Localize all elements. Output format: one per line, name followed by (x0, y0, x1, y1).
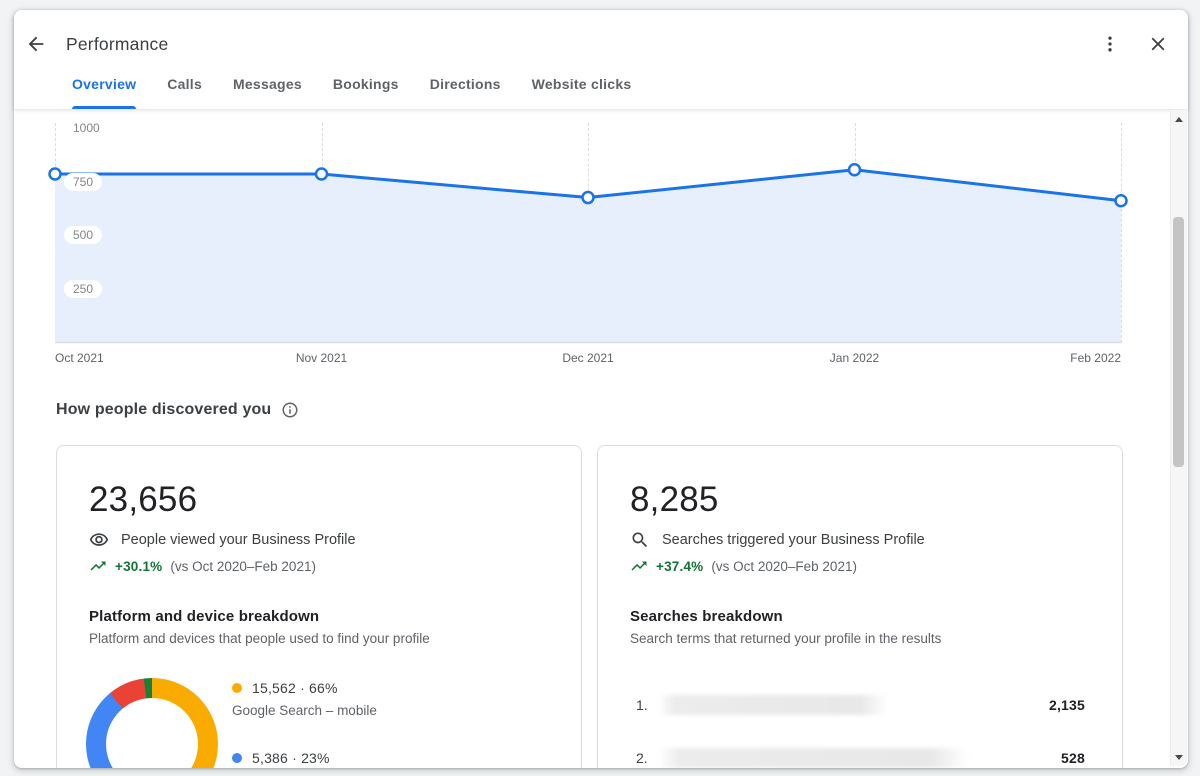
search-terms-list: 1. 2,135 2. 528 (636, 693, 1085, 768)
x-tick-label: Dec 2021 (562, 351, 613, 365)
donut-hole (106, 698, 198, 768)
dialog-header: Performance Overview Calls Messages Booking… (14, 10, 1188, 109)
legend-sublabel: Google Search – mobile (232, 703, 377, 721)
section-heading-text: How people discovered you (56, 401, 271, 419)
donut-legend: 15,562 · 66% Google Search – mobile 5,386 … (232, 678, 377, 768)
legend-value: 15,562 · 66% (252, 680, 338, 696)
views-metric: 23,656 (89, 480, 549, 520)
search-term-row: 2. 528 (636, 746, 1085, 768)
scroll-up-arrow[interactable] (1171, 112, 1187, 126)
search-icon (630, 530, 650, 550)
views-trend-pct: +30.1% (115, 559, 162, 574)
views-metric-label: People viewed your Business Profile (121, 532, 356, 548)
data-point-nov-2021[interactable] (316, 169, 327, 180)
x-tick-label: Feb 2022 (1070, 351, 1121, 365)
arrow-left-icon (25, 33, 47, 55)
scroll-content: 1000 750 500 250 Oct 2021 Nov 2021 Dec 2021 Ja… (14, 109, 1188, 768)
scroll-down-arrow[interactable] (1171, 750, 1187, 764)
searches-breakdown-title: Searches breakdown (630, 608, 1090, 625)
close-icon (1147, 33, 1169, 55)
legend-item: 5,386 · 23% (232, 748, 377, 768)
searches-metric: 8,285 (630, 480, 1090, 520)
legend-item: 15,562 · 66% Google Search – mobile (232, 678, 377, 721)
redacted-search-term (658, 695, 888, 715)
vertical-scrollbar[interactable] (1170, 110, 1187, 766)
y-tick-label: 500 (64, 226, 102, 244)
tab-bar: Overview Calls Messages Bookings Directions W… (72, 67, 631, 109)
tab-website-clicks[interactable]: Website clicks (532, 67, 632, 109)
performance-dialog: Performance Overview Calls Messages Booking… (14, 10, 1188, 768)
x-tick-label: Jan 2022 (830, 351, 879, 365)
platform-breakdown-subtitle: Platform and devices that people used to… (89, 631, 549, 646)
data-point-jan-2022[interactable] (849, 164, 860, 175)
search-term-rank: 2. (636, 750, 658, 766)
tab-calls[interactable]: Calls (167, 67, 202, 109)
tab-overview[interactable]: Overview (72, 67, 136, 109)
x-tick-label: Oct 2021 (55, 351, 104, 365)
views-trend-compare: (vs Oct 2020–Feb 2021) (170, 559, 316, 574)
performance-line-chart (14, 109, 1188, 371)
page-title: Performance (66, 34, 168, 55)
data-point-feb-2022[interactable] (1116, 195, 1127, 206)
scrollbar-thumb[interactable] (1173, 217, 1184, 467)
data-point-dec-2021[interactable] (583, 192, 594, 203)
platform-donut-chart (86, 678, 218, 768)
y-tick-label: 1000 (64, 119, 109, 137)
legend-dot (232, 683, 242, 693)
tab-bookings[interactable]: Bookings (333, 67, 399, 109)
card-searches: 8,285 Searches triggered your Business P… (597, 445, 1123, 768)
legend-dot (232, 753, 242, 763)
searches-metric-label: Searches triggered your Business Profile (662, 532, 925, 548)
search-term-count: 2,135 (1049, 697, 1085, 713)
section-heading-discovery: How people discovered you (56, 401, 299, 419)
back-button[interactable] (24, 32, 48, 56)
search-term-row: 1. 2,135 (636, 693, 1085, 717)
trending-up-icon (89, 557, 107, 575)
data-point-oct-2021[interactable] (50, 169, 61, 180)
kebab-menu-icon (1100, 34, 1120, 54)
close-button[interactable] (1146, 32, 1170, 56)
y-tick-label: 750 (64, 173, 102, 191)
search-term-count: 528 (1061, 750, 1085, 766)
y-tick-label: 250 (64, 280, 102, 298)
searches-trend-pct: +37.4% (656, 559, 703, 574)
searches-trend-compare: (vs Oct 2020–Feb 2021) (711, 559, 857, 574)
more-options-button[interactable] (1098, 32, 1122, 56)
performance-chart: 1000 750 500 250 Oct 2021 Nov 2021 Dec 2021 Ja… (14, 109, 1188, 371)
redacted-search-term (658, 748, 968, 768)
card-profile-views: 23,656 People viewed your Business Profi… (56, 445, 582, 768)
platform-breakdown-title: Platform and device breakdown (89, 608, 549, 625)
info-icon[interactable] (281, 401, 299, 419)
trending-up-icon (630, 557, 648, 575)
tab-messages[interactable]: Messages (233, 67, 302, 109)
x-tick-label: Nov 2021 (296, 351, 347, 365)
search-term-rank: 1. (636, 697, 658, 713)
searches-breakdown-subtitle: Search terms that returned your profile … (630, 631, 1090, 646)
eye-icon (89, 530, 109, 550)
tab-directions[interactable]: Directions (430, 67, 501, 109)
legend-value: 5,386 · 23% (252, 750, 330, 766)
